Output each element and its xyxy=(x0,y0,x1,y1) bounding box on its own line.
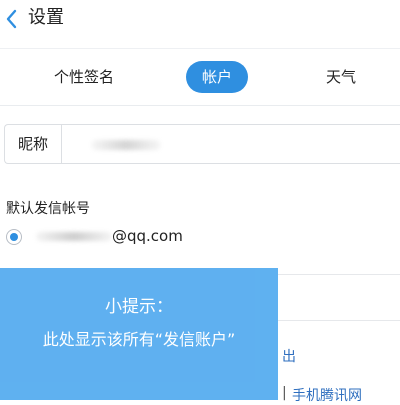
tip-title: 小提示： xyxy=(105,297,173,317)
page-title: 设置 xyxy=(28,7,64,28)
chevron-left-icon xyxy=(6,9,17,29)
back-button[interactable] xyxy=(2,6,24,32)
divider xyxy=(278,320,400,321)
default-sender-heading: 默认发信帐号 xyxy=(6,201,90,217)
divider xyxy=(278,274,400,275)
tab-signature[interactable]: 个性签名 xyxy=(40,61,128,93)
blurred-nickname xyxy=(91,140,161,150)
logout-link[interactable]: 出 xyxy=(282,346,296,366)
tip-overlay: 小提示： 此处显示该所有“发信账户” xyxy=(0,268,278,400)
sender-account-radio[interactable] xyxy=(6,229,22,245)
footer-link-mobile-tencent[interactable]: 手机腾讯网 xyxy=(292,385,362,405)
blurred-email-user xyxy=(36,232,112,241)
nickname-field: 昵称 xyxy=(4,124,400,165)
tab-account[interactable]: 帐户 xyxy=(186,61,248,93)
nickname-label: 昵称 xyxy=(5,125,62,163)
tip-body: 此处显示该所有“发信账户” xyxy=(42,330,236,349)
tab-bar: 个性签名 帐户 天气 xyxy=(0,48,400,106)
tab-weather[interactable]: 天气 xyxy=(318,61,364,93)
sender-account-domain: @qq.com xyxy=(112,227,183,245)
footer-separator: | xyxy=(282,385,287,401)
header-bar: 设置 xyxy=(0,0,400,40)
